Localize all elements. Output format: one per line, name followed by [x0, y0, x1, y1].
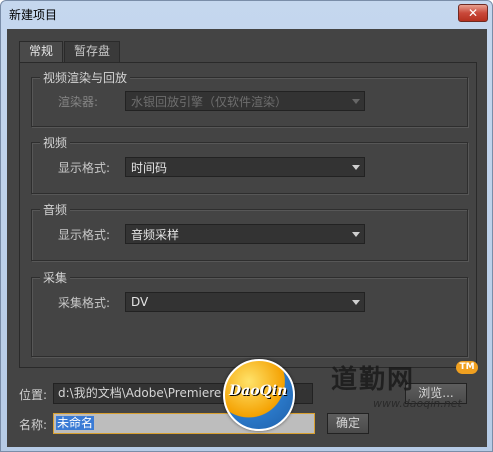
- name-label: 名称:: [19, 418, 48, 432]
- watermark-tm: TM: [456, 361, 478, 374]
- chevron-down-icon: [348, 293, 364, 311]
- capture-format-value: DV: [131, 295, 149, 309]
- window-title: 新建项目: [9, 8, 58, 22]
- new-project-dialog: 新建项目 ✕ 常规 暂存盘 视频渲染与回放 渲染器: 水银回放引擎（仅软件渲染）…: [0, 0, 493, 452]
- video-format-label: 显示格式:: [58, 161, 111, 175]
- group-video-render: 视频渲染与回放 渲染器: 水银回放引擎（仅软件渲染）: [31, 69, 468, 127]
- title-bar[interactable]: 新建项目 ✕: [1, 1, 492, 29]
- renderer-label: 渲染器:: [58, 95, 99, 109]
- group-video: 视频 显示格式: 时间码: [31, 134, 468, 194]
- chevron-down-icon: [348, 92, 364, 110]
- location-label: 位置:: [19, 388, 48, 402]
- audio-format-dropdown[interactable]: 音频采样: [125, 224, 365, 244]
- close-button[interactable]: ✕: [458, 4, 488, 22]
- audio-format-value: 音频采样: [131, 227, 180, 242]
- audio-format-label: 显示格式:: [58, 228, 111, 242]
- close-icon: ✕: [467, 6, 479, 20]
- group-capture: 采集 采集格式: DV: [31, 269, 468, 357]
- capture-format-dropdown[interactable]: DV: [125, 292, 365, 312]
- group-audio: 音频 显示格式: 音频采样: [31, 201, 468, 261]
- watermark-badge-text: DaoQin: [229, 383, 288, 399]
- group-title-capture: 采集: [40, 269, 71, 286]
- tab-scratch-disks[interactable]: 暂存盘: [64, 41, 121, 62]
- video-format-dropdown[interactable]: 时间码: [125, 157, 365, 177]
- group-title-video-render: 视频渲染与回放: [40, 69, 131, 86]
- watermark-url: www.daoqin.net: [373, 397, 462, 410]
- video-format-value: 时间码: [131, 160, 168, 175]
- tab-panel-general: 视频渲染与回放 渲染器: 水银回放引擎（仅软件渲染） 视频 显示格式: 时间码 …: [19, 62, 477, 368]
- capture-format-label: 采集格式:: [58, 296, 111, 310]
- tab-general[interactable]: 常规: [19, 41, 64, 63]
- tab-bar: 常规 暂存盘: [19, 41, 121, 63]
- project-name-value: 未命名: [56, 416, 95, 430]
- watermark-logo: 道勤网: [331, 365, 416, 395]
- ok-button[interactable]: 确定: [327, 413, 369, 434]
- chevron-down-icon: [348, 158, 364, 176]
- chevron-down-icon: [348, 225, 364, 243]
- renderer-value: 水银回放引擎（仅软件渲染）: [131, 94, 288, 109]
- renderer-dropdown[interactable]: 水银回放引擎（仅软件渲染）: [125, 91, 365, 111]
- group-title-audio: 音频: [40, 201, 71, 218]
- group-title-video: 视频: [40, 134, 71, 151]
